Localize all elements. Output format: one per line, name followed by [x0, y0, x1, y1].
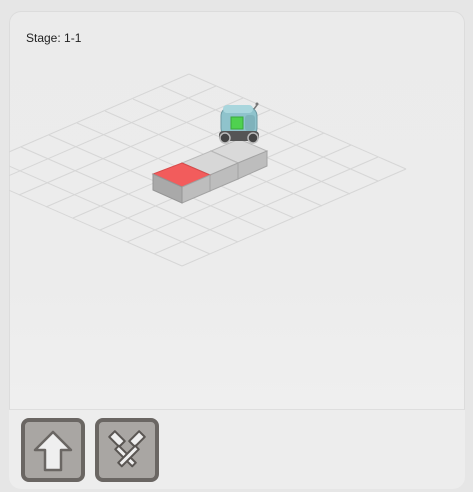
command-toolbar — [9, 409, 465, 489]
game-window: Stage: 1-1 — [9, 11, 465, 489]
forward-button[interactable] — [21, 418, 85, 482]
game-board — [9, 73, 407, 267]
hammer-icon — [108, 430, 146, 468]
robot-character — [219, 102, 259, 144]
arrow-up-icon — [33, 430, 73, 472]
action-button[interactable] — [95, 418, 159, 482]
